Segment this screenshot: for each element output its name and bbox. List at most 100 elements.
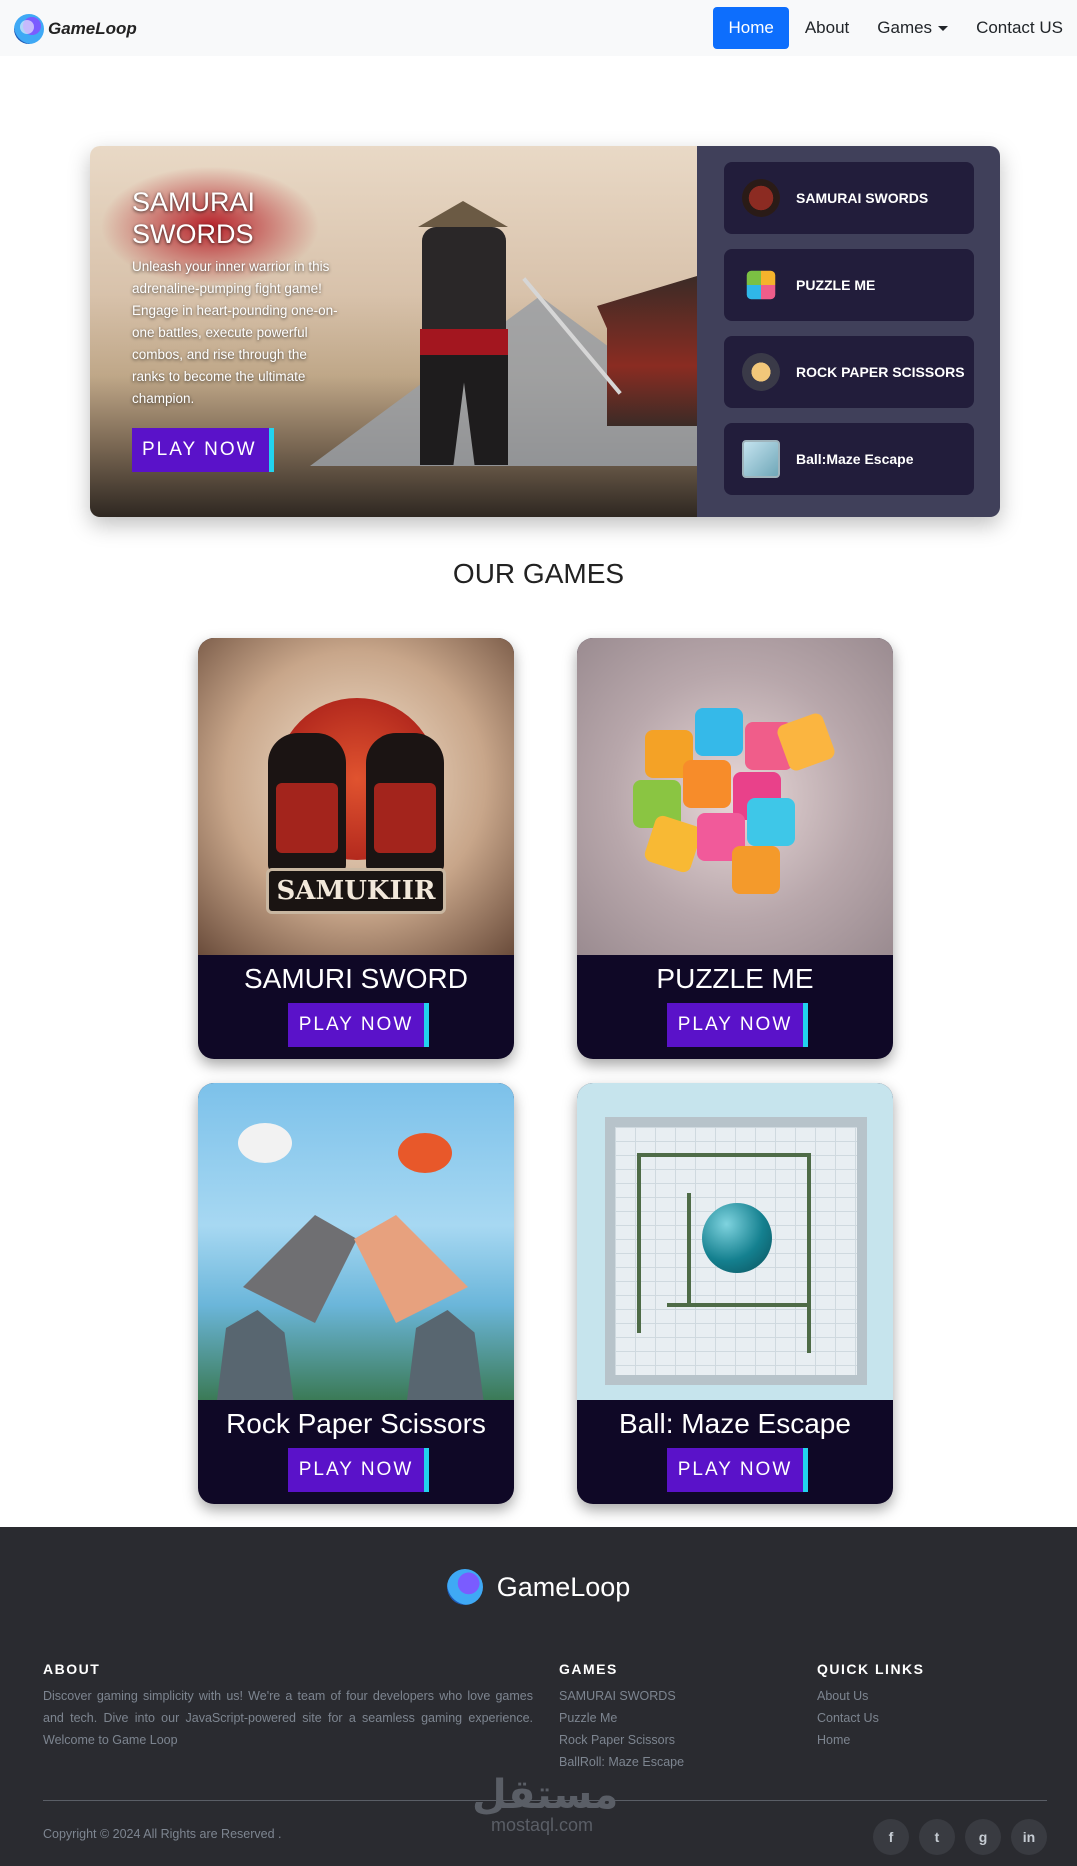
footer-about: ABOUT Discover gaming simplicity with us…: [43, 1661, 533, 1751]
maze-path: [807, 1153, 811, 1353]
warrior-right: [366, 733, 444, 873]
card-title: PUZZLE ME: [656, 963, 814, 994]
white-bird: [238, 1123, 292, 1163]
hero-item-label: PUZZLE ME: [796, 277, 876, 293]
samurai-hat: [418, 201, 508, 227]
game-card-rps: Rock Paper Scissors PLAY NOW: [198, 1083, 514, 1504]
footer: GameLoop ABOUT Discover gaming simplicit…: [0, 1527, 1077, 1866]
footer-quick-links: QUICK LINKS About Us Contact Us Home: [817, 1661, 1017, 1751]
card-play-button[interactable]: PLAY NOW: [288, 1003, 429, 1047]
game-card-samurai: SAMUKIIR SAMURI SWORD PLAY NOW: [198, 638, 514, 1059]
footer-brand-name: GameLoop: [496, 1571, 631, 1602]
right-hand: [354, 1215, 468, 1323]
left-hand: [243, 1215, 357, 1323]
footer-quick-links-heading: QUICK LINKS: [817, 1661, 925, 1677]
hero-samurai-image: SAMURAI SWORDS Unleash your inner warrio…: [90, 146, 697, 517]
puzzle-thumb-icon: [746, 270, 776, 300]
samurai-card-image: SAMUKIIR: [198, 638, 514, 955]
footer-game-link[interactable]: BallRoll: Maze Escape: [559, 1751, 759, 1773]
samurai-art-logo: SAMUKIIR: [266, 868, 446, 914]
nav-home[interactable]: Home: [713, 7, 789, 49]
hero-item-label: SAMURAI SWORDS: [796, 190, 929, 206]
maze-card-image: [577, 1083, 893, 1400]
our-games-heading: OUR GAMES: [452, 558, 625, 589]
samurai-legs: [420, 355, 508, 465]
hero-item-samurai-swords[interactable]: SAMURAI SWORDS: [724, 162, 974, 234]
samurai-body: [422, 227, 506, 337]
gameloop-logo-icon: [446, 1569, 483, 1605]
hero-samurai-figure: [390, 201, 622, 501]
github-icon[interactable]: g: [965, 1819, 1001, 1855]
watermark-latin: mostaql.com: [490, 1815, 594, 1835]
rps-thumb-icon: [742, 353, 780, 391]
nav-contact[interactable]: Contact US: [962, 7, 1077, 49]
rps-card-image: [198, 1083, 514, 1400]
puzzle-piece: [732, 846, 780, 894]
footer-quick-link[interactable]: Home: [817, 1729, 1017, 1751]
watermark-arabic: مستقل: [472, 1772, 619, 1818]
maze-path: [687, 1193, 691, 1303]
orange-bird: [398, 1133, 452, 1173]
gameloop-logo-icon: [14, 14, 44, 44]
copyright-text: Copyright © 2024 All Rights are Reserved…: [43, 1827, 282, 1841]
hero-carousel: SAMURAI SWORDS Unleash your inner warrio…: [90, 146, 1000, 517]
game-card-puzzle: PUZZLE ME PLAY NOW: [577, 638, 893, 1059]
nav-games-label: Games: [877, 18, 933, 37]
game-card-maze: Ball: Maze Escape PLAY NOW: [577, 1083, 893, 1504]
facebook-icon[interactable]: f: [873, 1819, 909, 1855]
card-title: Rock Paper Scissors: [226, 1408, 486, 1439]
hero-item-puzzle-me[interactable]: PUZZLE ME: [724, 249, 974, 321]
twitter-icon[interactable]: t: [919, 1819, 955, 1855]
brand-name: GameLoop: [48, 19, 137, 38]
hero-play-button[interactable]: PLAY NOW: [132, 428, 274, 472]
footer-games-heading: GAMES: [559, 1661, 618, 1677]
maze-thumb-icon: [742, 440, 780, 478]
caret-down-icon: [938, 26, 949, 32]
footer-game-link[interactable]: SAMURAI SWORDS: [559, 1685, 759, 1707]
navbar: GameLoop Home About Games Contact US: [0, 0, 1077, 56]
footer-quick-link[interactable]: About Us: [817, 1685, 1017, 1707]
footer-games: GAMES SAMURAI SWORDS Puzzle Me Rock Pape…: [559, 1661, 759, 1773]
warrior-armor: [276, 783, 338, 853]
card-play-button[interactable]: PLAY NOW: [667, 1448, 808, 1492]
nav-links: Home About Games Contact US: [713, 7, 1077, 49]
hero-game-list: SAMURAI SWORDS PUZZLE ME ROCK PAPER SCIS…: [697, 146, 1000, 517]
puzzle-card-image: [577, 638, 893, 955]
rock-cliff: [217, 1310, 294, 1400]
maze-path: [667, 1303, 807, 1307]
footer-about-text: Discover gaming simplicity with us! We'r…: [43, 1689, 533, 1747]
footer-about-heading: ABOUT: [43, 1661, 101, 1677]
puzzle-piece: [695, 708, 743, 756]
card-play-button[interactable]: PLAY NOW: [667, 1003, 808, 1047]
card-title: Ball: Maze Escape: [619, 1408, 851, 1439]
mostaql-watermark: مستقل mostaql.com: [472, 1772, 619, 1835]
nav-about[interactable]: About: [791, 7, 863, 49]
footer-game-link[interactable]: Puzzle Me: [559, 1707, 759, 1729]
footer-brand: GameLoop: [0, 1569, 1077, 1605]
samurai-belt: [420, 329, 508, 355]
hero-description: Unleash your inner warrior in this adren…: [132, 259, 338, 406]
maze-path: [637, 1153, 807, 1157]
hero-item-rock-paper-scissors[interactable]: ROCK PAPER SCISSORS: [724, 336, 974, 408]
warrior-left: [268, 733, 346, 873]
warrior-armor: [374, 783, 436, 853]
footer-game-link[interactable]: Rock Paper Scissors: [559, 1729, 759, 1751]
samurai-thumb-icon: [742, 179, 780, 217]
hero-item-maze-escape[interactable]: Ball:Maze Escape: [724, 423, 974, 495]
rock-cliff: [407, 1310, 484, 1400]
footer-quick-link[interactable]: Contact Us: [817, 1707, 1017, 1729]
hero-item-label: ROCK PAPER SCISSORS: [796, 364, 965, 380]
card-title: SAMURI SWORD: [244, 963, 468, 994]
puzzle-piece: [747, 798, 795, 846]
maze-ball: [702, 1203, 772, 1273]
hero-title: SAMURAI SWORDS: [132, 187, 256, 249]
hero-caption: SAMURAI SWORDS Unleash your inner warrio…: [132, 186, 342, 410]
card-play-button[interactable]: PLAY NOW: [288, 1448, 429, 1492]
maze-path: [637, 1153, 641, 1333]
brand-link[interactable]: GameLoop: [14, 14, 137, 44]
hero-item-label: Ball:Maze Escape: [796, 451, 914, 467]
puzzle-piece: [683, 760, 731, 808]
nav-games-dropdown[interactable]: Games: [863, 7, 962, 49]
social-links: f t g in: [863, 1819, 1047, 1855]
linkedin-icon[interactable]: in: [1011, 1819, 1047, 1855]
